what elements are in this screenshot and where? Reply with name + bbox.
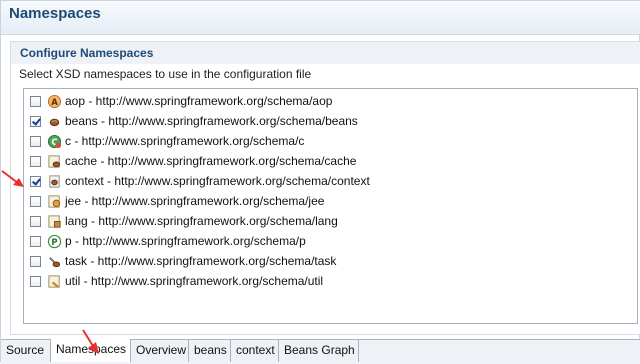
namespace-row-jee[interactable]: jee - http://www.springframework.org/sch…	[30, 191, 324, 211]
checkbox-lang[interactable]	[30, 215, 41, 227]
checkbox-util[interactable]	[30, 275, 41, 287]
section-title: Configure Namespaces	[20, 46, 154, 60]
namespace-row-lang[interactable]: lang - http://www.springframework.org/sc…	[30, 211, 338, 231]
tab-source[interactable]: Source	[1, 340, 51, 362]
lang-icon	[48, 214, 61, 228]
context-icon	[49, 174, 60, 188]
section-description: Select XSD namespaces to use in the conf…	[19, 67, 312, 81]
aop-icon: A	[47, 94, 62, 108]
namespace-label: c - http://www.springframework.org/schem…	[65, 134, 305, 148]
tab-context[interactable]: context	[231, 340, 279, 362]
task-icon	[49, 256, 61, 267]
namespace-label: cache - http://www.springframework.org/s…	[65, 154, 357, 168]
page-title: Namespaces	[9, 5, 101, 22]
checkbox-context[interactable]	[30, 175, 41, 187]
namespace-row-util[interactable]: util - http://www.springframework.org/sc…	[30, 271, 323, 291]
namespace-label: beans - http://www.springframework.org/s…	[65, 114, 358, 128]
namespace-row-context[interactable]: context - http://www.springframework.org…	[30, 171, 370, 191]
c-namespace-icon: C	[47, 134, 62, 148]
section-header: Configure Namespaces	[11, 42, 640, 64]
p-namespace-icon: P	[47, 234, 62, 248]
namespace-row-beans[interactable]: beans - http://www.springframework.org/s…	[30, 111, 358, 131]
util-icon	[48, 274, 60, 288]
checkbox-cache[interactable]	[30, 155, 41, 167]
page-header: Namespaces	[1, 1, 640, 35]
checkbox-beans[interactable]	[30, 115, 41, 127]
jee-icon	[48, 194, 61, 208]
namespace-row-c[interactable]: C c - http://www.springframework.org/sch…	[30, 131, 304, 151]
namespace-row-p[interactable]: P p - http://www.springframework.org/sch…	[30, 231, 306, 251]
tab-beans[interactable]: beans	[189, 340, 231, 362]
annotation-arrow-icon	[1, 170, 24, 187]
namespace-label: context - http://www.springframework.org…	[65, 174, 370, 188]
checkbox-task[interactable]	[30, 255, 41, 267]
tab-overview[interactable]: Overview	[131, 340, 189, 362]
svg-text:P: P	[51, 236, 57, 246]
namespace-row-task[interactable]: task - http://www.springframework.org/sc…	[30, 251, 336, 271]
tab-beans-graph[interactable]: Beans Graph	[279, 340, 359, 362]
namespace-list[interactable]: A aop - http://www.springframework.org/s…	[23, 88, 638, 324]
svg-text:A: A	[51, 96, 58, 106]
namespace-row-cache[interactable]: cache - http://www.springframework.org/s…	[30, 151, 356, 171]
cache-icon	[48, 154, 61, 168]
annotation-arrow-icon	[82, 329, 99, 354]
namespace-label: jee - http://www.springframework.org/sch…	[65, 194, 325, 208]
checkbox-aop[interactable]	[30, 95, 41, 107]
checkbox-p[interactable]	[30, 235, 41, 247]
namespace-label: p - http://www.springframework.org/schem…	[65, 234, 306, 248]
beans-icon	[49, 118, 60, 126]
editor-frame: Namespaces Configure Namespaces Select X…	[0, 0, 640, 364]
namespace-label: util - http://www.springframework.org/sc…	[65, 274, 324, 288]
checkbox-c[interactable]	[30, 135, 41, 147]
checkbox-jee[interactable]	[30, 195, 41, 207]
namespace-row-aop[interactable]: A aop - http://www.springframework.org/s…	[30, 91, 332, 111]
namespace-label: aop - http://www.springframework.org/sch…	[65, 94, 333, 108]
namespace-label: lang - http://www.springframework.org/sc…	[65, 214, 338, 228]
namespace-label: task - http://www.springframework.org/sc…	[65, 254, 337, 268]
